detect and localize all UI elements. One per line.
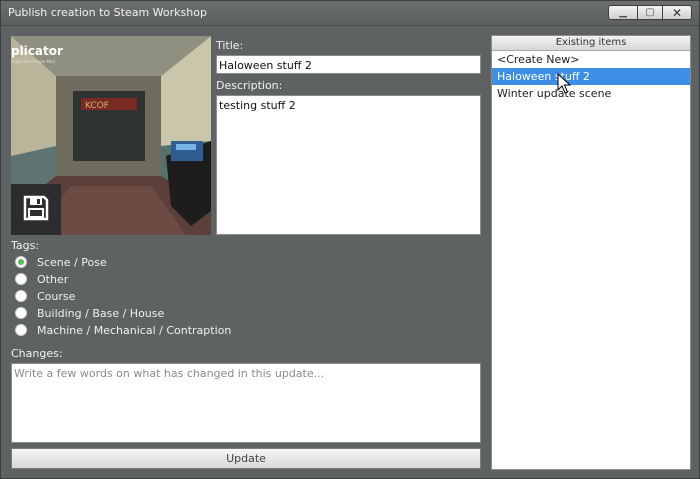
changes-textarea[interactable]: Write a few words on what has changed in… bbox=[11, 363, 481, 443]
list-item-winter[interactable]: Winter update scene bbox=[492, 85, 690, 102]
changes-placeholder: Write a few words on what has changed in… bbox=[14, 367, 325, 380]
tag-label: Machine / Mechanical / Contraption bbox=[37, 323, 232, 337]
tag-option-building[interactable]: Building / Base / House bbox=[15, 305, 164, 321]
title-input[interactable]: Haloween stuff 2 bbox=[216, 55, 481, 74]
radio-icon[interactable] bbox=[15, 290, 27, 302]
changes-label: Changes: bbox=[11, 347, 63, 360]
title-bar[interactable]: Publish creation to Steam Workshop ▁ ▢ ✕ bbox=[1, 1, 699, 26]
update-button[interactable]: Update bbox=[11, 448, 481, 469]
minimize-icon: ▁ bbox=[619, 6, 627, 18]
list-item-label: <Create New> bbox=[497, 53, 580, 66]
close-icon: ✕ bbox=[671, 5, 683, 20]
minimize-button[interactable]: ▁ bbox=[608, 5, 638, 20]
tag-label: Building / Base / House bbox=[37, 306, 165, 320]
radio-icon[interactable] bbox=[15, 324, 27, 336]
list-item-label: Winter update scene bbox=[497, 87, 612, 100]
description-textarea[interactable]: testing stuff 2 bbox=[216, 95, 481, 235]
list-item-create-new[interactable]: <Create New> bbox=[492, 51, 690, 68]
list-item-haloween[interactable]: Haloween stuff 2 bbox=[492, 68, 690, 85]
existing-items-list[interactable]: Existing items <Create New> Haloween stu… bbox=[491, 35, 691, 470]
close-button[interactable]: ✕ bbox=[662, 5, 692, 20]
maximize-icon: ▢ bbox=[645, 6, 655, 18]
maximize-button[interactable]: ▢ bbox=[637, 5, 663, 20]
title-label: Title: bbox=[216, 39, 244, 52]
thumbnail-sub-text: Duplicator Single Mod bbox=[11, 59, 55, 64]
update-button-label: Update bbox=[226, 452, 266, 465]
title-input-value: Haloween stuff 2 bbox=[219, 59, 312, 72]
svg-text:KCOF: KCOF bbox=[85, 101, 109, 111]
tag-option-scene-pose[interactable]: Scene / Pose bbox=[15, 254, 107, 270]
existing-items-header: Existing items bbox=[492, 36, 690, 51]
publish-window: Publish creation to Steam Workshop ▁ ▢ ✕… bbox=[0, 0, 700, 479]
description-value: testing stuff 2 bbox=[219, 99, 296, 112]
mouse-cursor-icon bbox=[557, 72, 572, 98]
tag-option-course[interactable]: Course bbox=[15, 288, 75, 304]
window-title: Publish creation to Steam Workshop bbox=[8, 6, 207, 19]
tag-label: Course bbox=[37, 289, 76, 303]
description-label: Description: bbox=[216, 79, 283, 92]
radio-checked-icon[interactable] bbox=[15, 256, 27, 268]
tag-option-machine[interactable]: Machine / Mechanical / Contraption bbox=[15, 322, 231, 338]
list-item-label: Haloween stuff 2 bbox=[497, 70, 590, 83]
tag-option-other[interactable]: Other bbox=[15, 271, 68, 287]
tag-label: Other bbox=[37, 272, 69, 286]
radio-icon[interactable] bbox=[15, 307, 27, 319]
radio-icon[interactable] bbox=[15, 273, 27, 285]
tag-label: Scene / Pose bbox=[37, 255, 107, 269]
save-icon bbox=[22, 194, 50, 225]
thumbnail-logo-text: plicator bbox=[11, 44, 63, 58]
tags-label: Tags: bbox=[11, 239, 40, 252]
save-thumbnail-button[interactable] bbox=[11, 184, 61, 235]
